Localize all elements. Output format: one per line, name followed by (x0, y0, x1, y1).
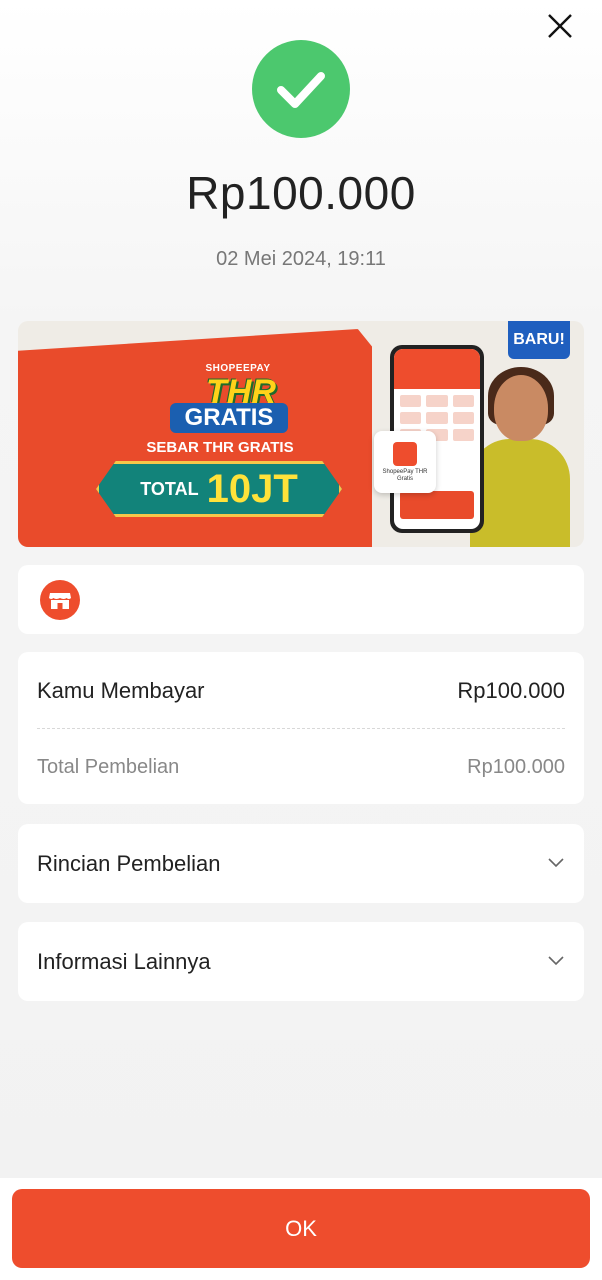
store-icon (40, 580, 80, 620)
purchase-details-accordion[interactable]: Rincian Pembelian (18, 824, 584, 903)
chevron-down-icon (548, 858, 564, 868)
banner-subline: SEBAR THR GRATIS (146, 439, 294, 456)
merchant-card (18, 565, 584, 634)
total-value: Rp100.000 (467, 756, 565, 778)
chevron-down-icon (548, 956, 564, 966)
total-row: Total Pembelian Rp100.000 (37, 756, 565, 779)
payment-summary-card: Kamu Membayar Rp100.000 Total Pembelian … (18, 652, 584, 804)
payment-amount: Rp100.000 (186, 167, 416, 219)
divider (37, 728, 565, 729)
success-check (252, 40, 350, 138)
banner-total-value: 10JT (206, 466, 298, 511)
paid-row: Kamu Membayar Rp100.000 (37, 678, 565, 704)
close-icon (548, 14, 572, 38)
banner-person-face (494, 375, 548, 441)
banner-app-card: ShopeePay THR Gratis (374, 431, 436, 493)
close-button[interactable] (542, 8, 578, 44)
banner-total-label: TOTAL (140, 478, 199, 499)
purchase-details-label: Rincian Pembelian (37, 851, 221, 876)
promo-banner[interactable]: SHOPEEPAY THR GRATIS SEBAR THR GRATIS TO… (18, 321, 584, 547)
other-info-accordion[interactable]: Informasi Lainnya (18, 922, 584, 1001)
banner-headline-2: GRATIS (170, 403, 288, 433)
check-icon (277, 72, 325, 108)
paid-label: Kamu Membayar (37, 678, 205, 703)
total-label: Total Pembelian (37, 756, 180, 778)
banner-person (470, 439, 570, 547)
new-badge: BARU! (508, 321, 570, 359)
banner-card-text: ShopeePay THR Gratis (382, 468, 428, 482)
ok-button[interactable]: OK (12, 1189, 590, 1268)
paid-value: Rp100.000 (457, 678, 565, 703)
shopeepay-icon (393, 441, 417, 466)
payment-datetime: 02 Mei 2024, 19:11 (216, 248, 386, 270)
other-info-label: Informasi Lainnya (37, 949, 211, 974)
banner-total: TOTAL 10JT (96, 461, 342, 517)
